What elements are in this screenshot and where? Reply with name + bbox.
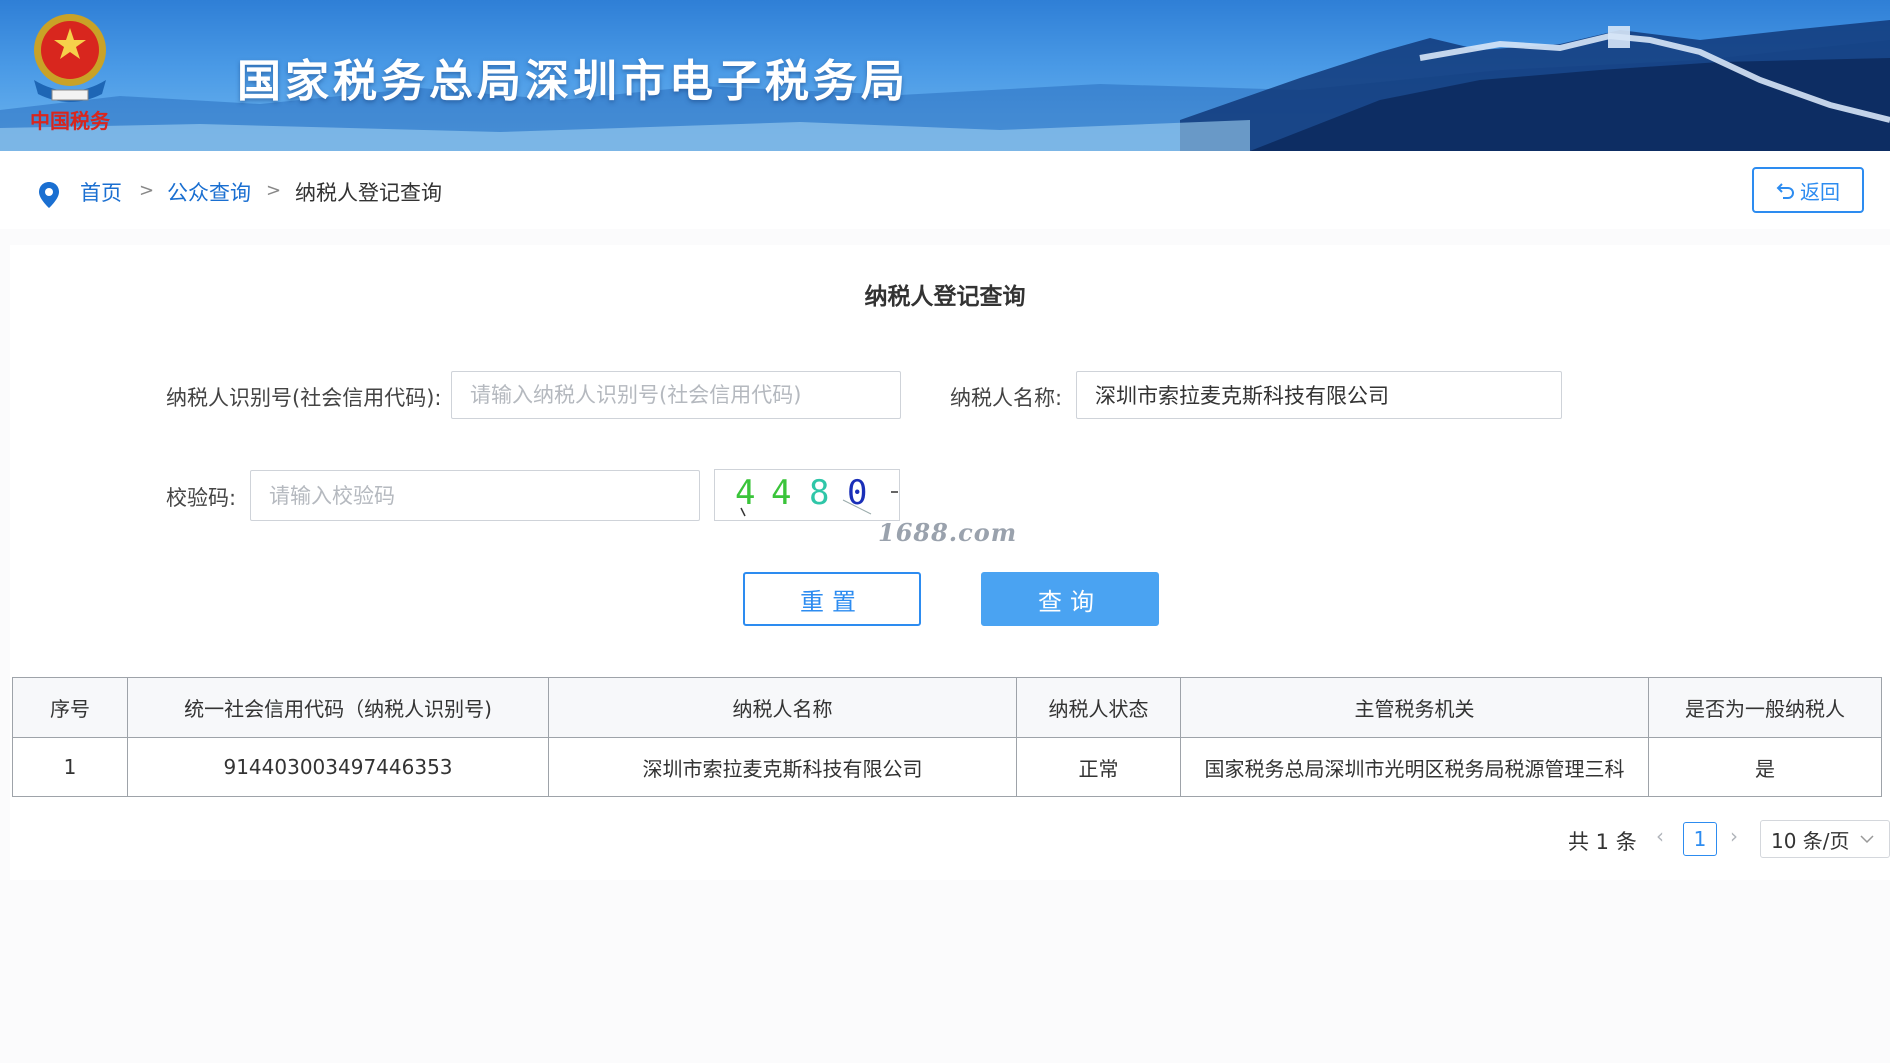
result-table: 序号 统一社会信用代码（纳税人识别号) 纳税人名称 纳税人状态 主管税务机关 是… (12, 677, 1882, 797)
site-title: 国家税务总局深圳市电子税务局 (237, 56, 909, 107)
breadcrumb-public-query-link[interactable]: 公众查询 (167, 177, 251, 207)
captcha-digit: 8 (809, 473, 829, 513)
table-cell: 国家税务总局深圳市光明区税务局税源管理三科 (1180, 737, 1649, 797)
captcha-image[interactable]: 4 4 8 0 (714, 469, 900, 521)
table-cell: 1 (12, 737, 128, 797)
watermark: 1688.com (878, 518, 1018, 547)
page-size-value: 10 条/页 (1771, 828, 1850, 853)
back-button[interactable]: 返回 (1752, 167, 1864, 213)
column-header: 纳税人状态 (1016, 677, 1181, 738)
chevron-left-icon[interactable]: ‹ (1656, 824, 1664, 848)
breadcrumb-bar (0, 151, 1890, 229)
table-cell: 深圳市索拉麦克斯科技有限公司 (548, 737, 1017, 797)
captcha-digit: 4 (771, 473, 791, 513)
column-header: 主管税务机关 (1180, 677, 1649, 738)
logo-text: 中国税务 (30, 109, 111, 133)
back-button-label: 返回 (1800, 179, 1840, 204)
taxpayer-id-input[interactable] (451, 371, 901, 419)
column-header: 是否为一般纳税人 (1648, 677, 1882, 738)
captcha-input[interactable] (250, 470, 700, 521)
table-header-row: 序号 统一社会信用代码（纳税人识别号) 纳税人名称 纳税人状态 主管税务机关 是… (12, 677, 1882, 738)
header-banner: 中国税务 国家税务总局深圳市电子税务局 (0, 0, 1890, 151)
column-header: 统一社会信用代码（纳税人识别号) (127, 677, 549, 738)
chevron-down-icon (1860, 835, 1874, 844)
table-cell: 914403003497446353 (127, 737, 549, 797)
taxpayer-name-label: 纳税人名称: (950, 386, 1063, 410)
captcha-digit: 4 (735, 473, 755, 513)
breadcrumb-current: 纳税人登记查询 (295, 181, 442, 205)
captcha-label: 校验码: (166, 486, 237, 510)
breadcrumb-separator: > (139, 180, 155, 201)
page-size-select[interactable]: 10 条/页 (1760, 820, 1890, 858)
pagination-page-1[interactable]: 1 (1683, 822, 1717, 856)
location-pin-icon (39, 182, 59, 208)
taxpayer-id-label: 纳税人识别号(社会信用代码): (166, 386, 442, 410)
pagination-total: 共 1 条 (1568, 830, 1637, 854)
table-cell: 是 (1648, 737, 1882, 797)
breadcrumb-home-link[interactable]: 首页 (80, 177, 122, 207)
breadcrumb-separator: > (266, 180, 282, 201)
undo-arrow-icon (1776, 183, 1794, 199)
column-header: 纳税人名称 (548, 677, 1017, 738)
table-row: 1 914403003497446353 深圳市索拉麦克斯科技有限公司 正常 国… (12, 737, 1882, 797)
captcha-digit: 0 (847, 473, 867, 513)
chevron-right-icon[interactable]: › (1730, 824, 1738, 848)
table-cell: 正常 (1016, 737, 1181, 797)
tax-emblem-logo: 中国税务 (22, 10, 118, 134)
column-header: 序号 (12, 677, 128, 738)
page-title: 纳税人登记查询 (864, 284, 1026, 310)
query-button[interactable]: 查询 (981, 572, 1159, 626)
taxpayer-name-input[interactable] (1076, 371, 1562, 419)
reset-button[interactable]: 重置 (743, 572, 921, 626)
